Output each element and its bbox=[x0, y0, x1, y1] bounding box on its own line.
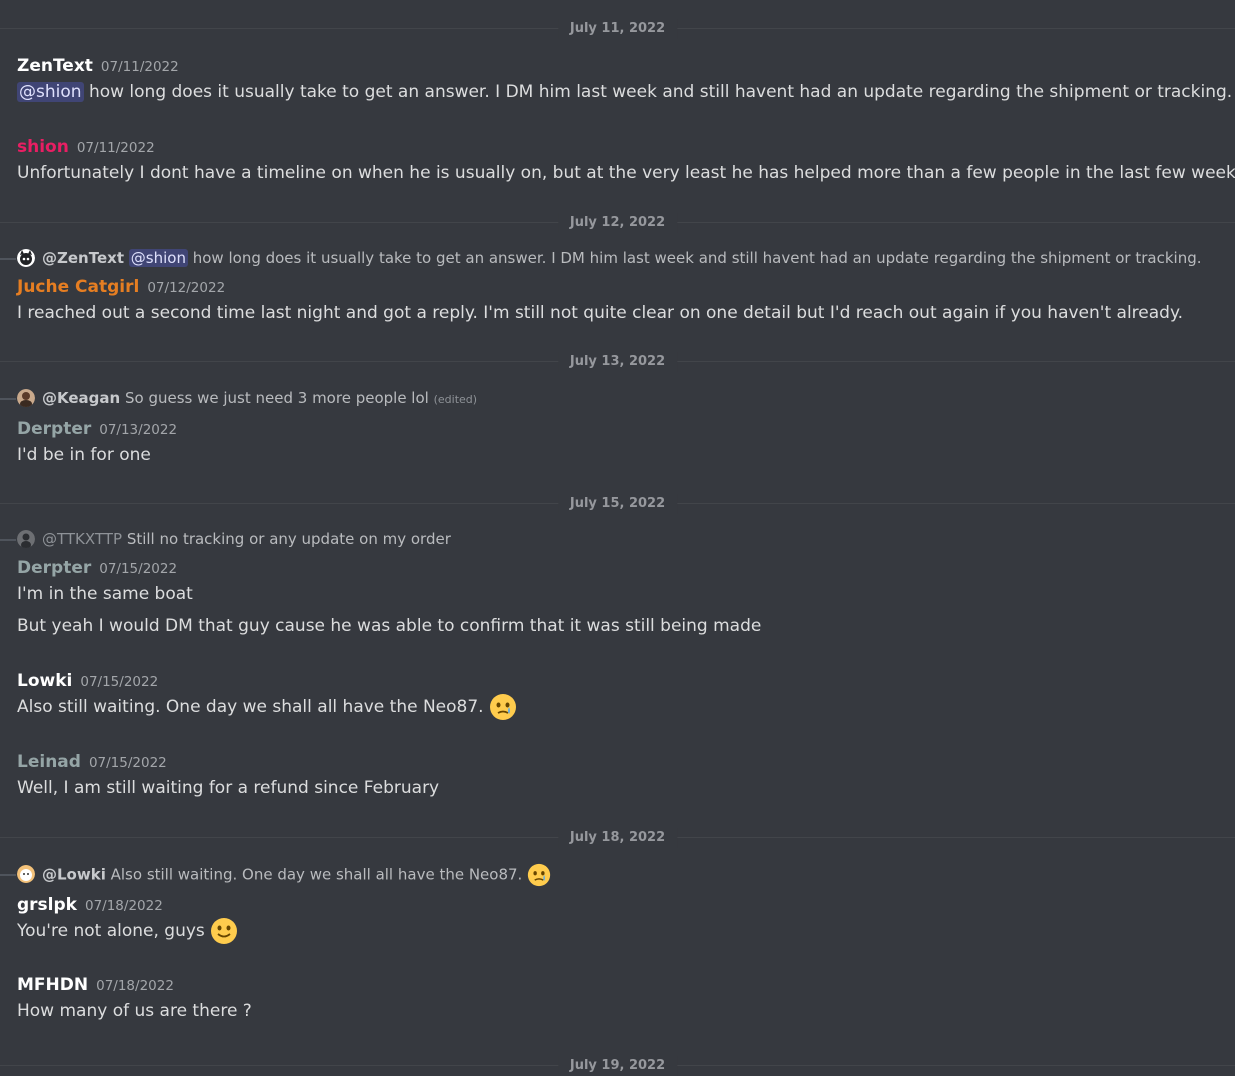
reply-spine bbox=[0, 398, 16, 400]
zentext-avatar-icon bbox=[17, 249, 35, 267]
message-text: I'd be in for one bbox=[17, 445, 151, 465]
message-content: You're not alone, guys bbox=[17, 917, 1225, 945]
message-text-followup: But yeah I would DM that guy cause he wa… bbox=[17, 616, 762, 636]
message-text: Unfortunately I dont have a timeline on … bbox=[17, 163, 1235, 183]
reply-text: how long does it usually take to get an … bbox=[192, 249, 1202, 267]
face-holding-back-tears-icon[interactable] bbox=[527, 863, 551, 887]
reply-username[interactable]: @Lowki bbox=[42, 866, 106, 884]
message[interactable]: grslpk 07/18/2022 You're not alone, guys bbox=[17, 893, 1225, 945]
user-mention[interactable]: @shion bbox=[128, 249, 188, 267]
timestamp: 07/11/2022 bbox=[100, 59, 179, 75]
keagan-avatar-icon bbox=[17, 389, 35, 407]
message[interactable]: Leinad 07/15/2022 Well, I am still waitin… bbox=[17, 750, 1225, 802]
message-text: Also still waiting. One day we shall all… bbox=[17, 697, 484, 717]
reply-spine bbox=[0, 539, 16, 541]
date-divider: July 12, 2022 bbox=[0, 213, 1235, 233]
date-divider-label: July 19, 2022 bbox=[557, 1056, 678, 1076]
message-text: I'm in the same boat bbox=[17, 584, 193, 604]
timestamp: 07/13/2022 bbox=[99, 422, 178, 438]
date-divider-label: July 12, 2022 bbox=[557, 213, 678, 233]
date-divider-label: July 13, 2022 bbox=[557, 352, 678, 372]
message-content: Also still waiting. One day we shall all… bbox=[17, 693, 1225, 721]
face-holding-back-tears-icon[interactable] bbox=[489, 693, 517, 721]
timestamp: 07/18/2022 bbox=[84, 898, 163, 914]
author-name[interactable]: Derpter bbox=[17, 419, 91, 439]
author-name[interactable]: ZenText bbox=[17, 56, 93, 76]
date-divider-label: July 15, 2022 bbox=[557, 494, 678, 514]
author-name[interactable]: Lowki bbox=[17, 671, 72, 691]
message[interactable]: Lowki 07/15/2022 Also still waiting. One … bbox=[17, 669, 1225, 721]
message[interactable]: MFHDN 07/18/2022 How many of us are there… bbox=[17, 973, 1225, 1025]
timestamp: 07/12/2022 bbox=[147, 280, 226, 296]
message[interactable]: Juche Catgirl 07/12/2022 I reached out a … bbox=[17, 275, 1225, 327]
timestamp: 07/11/2022 bbox=[76, 140, 155, 156]
reply-preview[interactable]: @Keagan So guess we just need 3 more peo… bbox=[0, 387, 1225, 409]
message-text: how long does it usually take to get an … bbox=[88, 82, 1233, 102]
reply-preview[interactable]: @ZenText @shion how long does it usually… bbox=[0, 247, 1225, 269]
date-divider: July 11, 2022 bbox=[0, 19, 1235, 39]
date-divider-label: July 18, 2022 bbox=[557, 828, 678, 848]
message-text: How many of us are there ? bbox=[17, 1001, 252, 1021]
author-name[interactable]: Juche Catgirl bbox=[17, 277, 139, 297]
message-feed: July 11, 2022 ZenText 07/11/2022 @shion h… bbox=[0, 0, 1235, 1076]
author-name[interactable]: shion bbox=[17, 137, 69, 157]
date-divider-label: July 11, 2022 bbox=[557, 19, 678, 39]
date-divider: July 15, 2022 bbox=[0, 494, 1235, 514]
reply-text: Still no tracking or any update on my or… bbox=[126, 530, 451, 548]
author-name[interactable]: Leinad bbox=[17, 752, 81, 772]
author-name[interactable]: grslpk bbox=[17, 895, 77, 915]
edited-tag: (edited) bbox=[433, 393, 478, 406]
reply-username[interactable]: @TTKXTTP bbox=[42, 530, 122, 548]
date-divider: July 19, 2022 bbox=[0, 1056, 1235, 1076]
message[interactable]: shion 07/11/2022 Unfortunately I dont hav… bbox=[17, 135, 1235, 187]
reply-spine bbox=[0, 258, 16, 260]
reply-text: So guess we just need 3 more people lol bbox=[124, 389, 429, 407]
slightly-smiling-face-icon[interactable] bbox=[210, 917, 238, 945]
message-content: @shion how long does it usually take to … bbox=[17, 78, 1232, 106]
user-mention[interactable]: @shion bbox=[17, 82, 84, 102]
date-divider: July 18, 2022 bbox=[0, 828, 1235, 848]
message[interactable]: ZenText 07/11/2022 @shion how long does i… bbox=[17, 54, 1232, 106]
reply-preview[interactable]: @Lowki Also still waiting. One day we sh… bbox=[0, 863, 1225, 887]
message-text: I reached out a second time last night a… bbox=[17, 303, 1183, 323]
ttkxttp-avatar-icon bbox=[17, 530, 35, 548]
timestamp: 07/18/2022 bbox=[96, 978, 174, 994]
author-name[interactable]: Derpter bbox=[17, 558, 91, 578]
timestamp: 07/15/2022 bbox=[80, 674, 159, 690]
timestamp: 07/15/2022 bbox=[99, 561, 178, 577]
message-text: Well, I am still waiting for a refund si… bbox=[17, 778, 440, 798]
message-text: You're not alone, guys bbox=[17, 921, 205, 941]
timestamp: 07/15/2022 bbox=[88, 755, 167, 771]
reply-spine bbox=[0, 874, 16, 876]
author-name[interactable]: MFHDN bbox=[17, 975, 88, 995]
date-divider: July 13, 2022 bbox=[0, 352, 1235, 372]
lowki-avatar-icon bbox=[17, 865, 35, 883]
reply-username[interactable]: @Keagan bbox=[42, 389, 120, 407]
reply-text: Also still waiting. One day we shall all… bbox=[110, 865, 523, 884]
message[interactable]: Derpter 07/15/2022 I'm in the same boat B… bbox=[17, 556, 1225, 640]
message[interactable]: Derpter 07/13/2022 I'd be in for one bbox=[17, 417, 1225, 469]
reply-preview[interactable]: @TTKXTTP Still no tracking or any update… bbox=[0, 528, 1225, 550]
reply-username[interactable]: @ZenText bbox=[42, 249, 124, 267]
